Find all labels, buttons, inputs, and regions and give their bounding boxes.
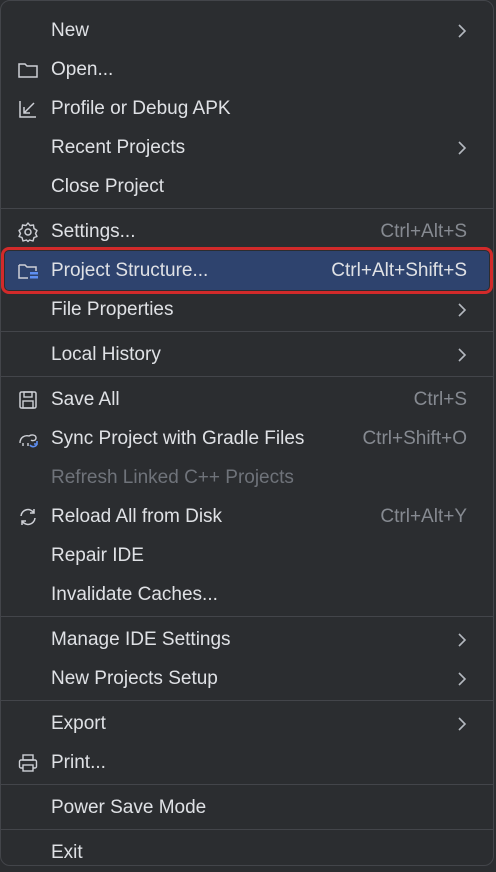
menu-item-label: Export (51, 712, 106, 734)
menu-item-label: Profile or Debug APK (51, 97, 231, 119)
menu-item-label: New (51, 19, 90, 41)
menu-separator (1, 208, 493, 209)
menu-item-exit[interactable]: Exit (5, 833, 489, 872)
chevron-right-icon (458, 672, 467, 686)
menu-item-label: Reload All from Disk (51, 505, 223, 527)
menu-item-repair-ide[interactable]: Repair IDE (5, 536, 489, 575)
menu-item-label: Settings... (51, 220, 136, 242)
chevron-right-icon (458, 633, 467, 647)
menu-item-shortcut: Ctrl+Alt+S (380, 220, 467, 242)
printer-icon (17, 752, 39, 774)
menu-item-label: File Properties (51, 298, 174, 320)
chevron-right-icon (458, 303, 467, 317)
chevron-right-icon (458, 717, 467, 731)
menu-item-new[interactable]: New (5, 11, 489, 50)
menu-item-shortcut: Ctrl+Shift+O (362, 427, 467, 449)
menu-item-print[interactable]: Print... (5, 743, 489, 782)
menu-separator (1, 616, 493, 617)
menu-item-label: Local History (51, 343, 161, 365)
import-arrow-icon (17, 98, 39, 120)
menu-item-label: Recent Projects (51, 136, 186, 158)
menu-separator (1, 331, 493, 332)
menu-item-label: Power Save Mode (51, 796, 207, 818)
menu-item-open[interactable]: Open... (5, 50, 489, 89)
gear-icon (17, 221, 39, 243)
chevron-right-icon (458, 141, 467, 155)
menu-item-profile-debug-apk[interactable]: Profile or Debug APK (5, 89, 489, 128)
menu-item-shortcut: Ctrl+Alt+Y (380, 505, 467, 527)
menu-item-label: Print... (51, 751, 106, 773)
menu-item-label: Exit (51, 841, 83, 863)
menu-item-label: Project Structure... (51, 259, 209, 281)
menu-separator (1, 700, 493, 701)
menu-item-settings[interactable]: Settings... Ctrl+Alt+S (5, 212, 489, 251)
menu-item-new-projects-setup[interactable]: New Projects Setup (5, 659, 489, 698)
menu-item-close-project[interactable]: Close Project (5, 167, 489, 206)
menu-item-shortcut: Ctrl+Alt+Shift+S (331, 259, 467, 281)
menu-separator (1, 376, 493, 377)
file-menu: New Open... Profile or Debug APK Recent … (0, 0, 494, 866)
menu-item-manage-ide-settings[interactable]: Manage IDE Settings (5, 620, 489, 659)
menu-item-label: Refresh Linked C++ Projects (51, 466, 294, 488)
project-structure-icon (17, 260, 39, 282)
menu-item-sync-gradle[interactable]: Sync Project with Gradle Files Ctrl+Shif… (5, 419, 489, 458)
menu-item-label: Manage IDE Settings (51, 628, 231, 650)
menu-item-recent-projects[interactable]: Recent Projects (5, 128, 489, 167)
menu-item-power-save-mode[interactable]: Power Save Mode (5, 788, 489, 827)
menu-item-shortcut: Ctrl+S (413, 388, 467, 410)
menu-item-label: Open... (51, 58, 114, 80)
menu-item-label: Invalidate Caches... (51, 583, 218, 605)
menu-item-export[interactable]: Export (5, 704, 489, 743)
menu-item-label: Close Project (51, 175, 164, 197)
menu-item-label: Repair IDE (51, 544, 144, 566)
reload-icon (17, 506, 39, 528)
menu-separator (1, 784, 493, 785)
menu-item-invalidate-caches[interactable]: Invalidate Caches... (5, 575, 489, 614)
save-icon (17, 389, 39, 411)
chevron-right-icon (458, 348, 467, 362)
chevron-right-icon (458, 24, 467, 38)
menu-item-reload-all[interactable]: Reload All from Disk Ctrl+Alt+Y (5, 497, 489, 536)
menu-item-refresh-cpp: Refresh Linked C++ Projects (5, 458, 489, 497)
menu-item-label: Save All (51, 388, 120, 410)
menu-item-label: New Projects Setup (51, 667, 218, 689)
menu-item-file-properties[interactable]: File Properties (5, 290, 489, 329)
menu-item-local-history[interactable]: Local History (5, 335, 489, 374)
gradle-sync-icon (17, 428, 39, 450)
menu-item-project-structure[interactable]: Project Structure... Ctrl+Alt+Shift+S (1, 247, 493, 294)
menu-item-label: Sync Project with Gradle Files (51, 427, 305, 449)
menu-item-save-all[interactable]: Save All Ctrl+S (5, 380, 489, 419)
menu-separator (1, 829, 493, 830)
folder-icon (17, 59, 39, 81)
